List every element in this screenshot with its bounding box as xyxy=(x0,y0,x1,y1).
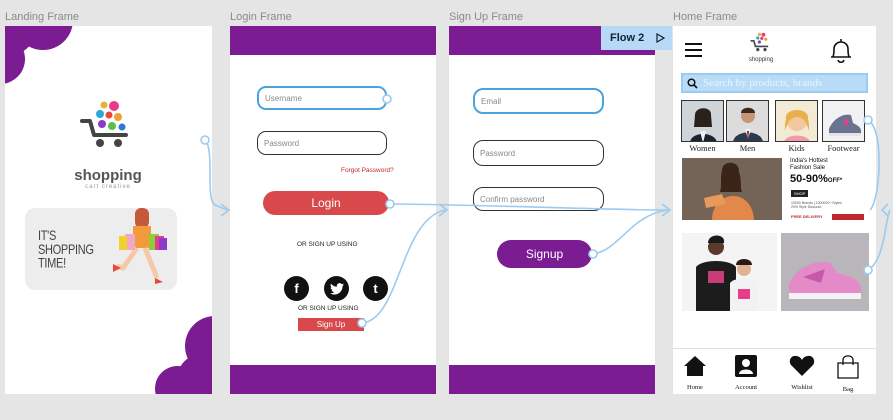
search-icon xyxy=(687,77,698,89)
logo-subtitle: cart creative xyxy=(85,184,131,190)
footer-bar xyxy=(449,365,655,394)
kids-thumbnail xyxy=(775,100,818,142)
password-input[interactable]: Password xyxy=(257,131,387,155)
or-sign-up-text-2: OR SIGN UP USING xyxy=(298,305,359,312)
landing-frame[interactable]: shopping cart creative IT'S SHOPPING TIM… xyxy=(5,26,212,394)
category-label: Women xyxy=(689,143,716,153)
hamburger-menu-icon[interactable] xyxy=(685,42,703,58)
connector-arrowhead xyxy=(661,203,672,217)
twitter-bird-icon xyxy=(329,282,344,295)
men-thumbnail xyxy=(726,100,769,142)
home-header: shopping xyxy=(673,26,876,70)
flow-label: Flow 2 xyxy=(610,32,645,44)
banner-discount: 50-90%OFF* xyxy=(790,173,842,185)
banner-free-delivery: FREE DELIVERY xyxy=(791,214,823,219)
frame-label-home[interactable]: Home Frame xyxy=(673,11,737,23)
promo-card[interactable]: IT'S SHOPPING TIME! xyxy=(25,208,177,290)
home-frame[interactable]: shopping Search by products, brands Wome… xyxy=(673,26,876,394)
home-logo: shopping xyxy=(745,30,777,63)
notification-bell-icon[interactable] xyxy=(829,38,853,64)
footer-bar xyxy=(230,365,436,394)
banner-shop-button[interactable]: SHOP xyxy=(791,190,809,197)
category-label: Men xyxy=(739,143,756,153)
sale-banner[interactable]: India's Hottest Fashion Sale 50-90%OFF* … xyxy=(682,156,866,222)
flow-tag[interactable]: Flow 2 xyxy=(601,26,672,50)
category-women[interactable]: Women xyxy=(681,100,724,153)
signup-frame[interactable]: Email Password Confirm password Signup xyxy=(449,26,655,394)
frame-label-login[interactable]: Login Frame xyxy=(230,11,292,23)
forgot-password-link[interactable]: Forgot Password? xyxy=(341,167,394,174)
connector-arrowhead xyxy=(880,203,889,217)
connector-arrowhead xyxy=(220,203,231,217)
category-kids[interactable]: Kids xyxy=(775,100,818,153)
sign-up-button[interactable]: Sign Up xyxy=(298,318,364,331)
banner-headline: India's Hottest Fashion Sale xyxy=(790,158,828,171)
username-input[interactable]: Username xyxy=(257,86,387,110)
nav-label: Home xyxy=(687,384,703,391)
or-sign-up-text: OR SIGN UP USING xyxy=(297,241,358,248)
home-logo-text: shopping xyxy=(748,57,774,63)
account-icon xyxy=(735,355,757,377)
nav-account[interactable]: Account xyxy=(726,355,766,391)
category-footwear[interactable]: Footwear xyxy=(822,100,865,153)
women-thumbnail xyxy=(681,100,724,142)
nav-label: Bag xyxy=(842,386,854,393)
header-bar xyxy=(230,26,436,55)
category-label: Footwear xyxy=(827,143,860,153)
nav-bag[interactable]: Bag xyxy=(828,355,868,393)
connector-arrowhead xyxy=(438,203,449,217)
login-button[interactable]: Login xyxy=(263,191,389,215)
category-men[interactable]: Men xyxy=(726,100,769,153)
login-frame[interactable]: Username Password Forgot Password? Login… xyxy=(230,26,436,394)
twitter-icon[interactable] xyxy=(324,276,349,301)
shopping-cart-logo-icon xyxy=(750,32,769,52)
tumblr-icon[interactable]: t xyxy=(363,276,388,301)
nav-label: Account xyxy=(734,384,758,391)
home-icon xyxy=(684,356,706,376)
search-input[interactable]: Search by products, brands xyxy=(703,77,822,89)
banner-image xyxy=(682,158,782,220)
product-card-shoe[interactable] xyxy=(781,233,869,311)
discount-off: OFF* xyxy=(827,178,843,184)
discount-value: 50-90% xyxy=(790,173,828,185)
bottom-nav: Home Account Wishlist Bag xyxy=(673,348,876,394)
logo-title: shopping xyxy=(74,167,142,184)
shopping-logo: shopping cart creative xyxy=(63,99,153,190)
frame-label-signup[interactable]: Sign Up Frame xyxy=(449,11,523,23)
footwear-thumbnail xyxy=(822,100,865,142)
password-input[interactable]: Password xyxy=(473,140,604,166)
banner-red-tag xyxy=(832,214,864,220)
nav-wishlist[interactable]: Wishlist xyxy=(782,355,822,391)
product-card-apparel[interactable] xyxy=(682,233,777,311)
play-icon xyxy=(656,33,666,43)
facebook-icon[interactable]: f xyxy=(284,276,309,301)
frame-label-landing[interactable]: Landing Frame xyxy=(5,11,79,23)
bag-icon xyxy=(837,355,859,379)
shopper-illustration xyxy=(113,208,167,284)
heart-icon xyxy=(789,355,815,376)
search-bar[interactable]: Search by products, brands xyxy=(681,73,868,93)
email-input[interactable]: Email xyxy=(473,88,604,114)
nav-home[interactable]: Home xyxy=(675,355,715,391)
confirm-password-input[interactable]: Confirm password xyxy=(473,187,604,211)
shopping-cart-logo-icon xyxy=(80,101,128,147)
promo-text: IT'S SHOPPING TIME! xyxy=(38,228,94,272)
banner-fine-print: 10000 Brands | 1000000+ Styles 20% Style… xyxy=(791,201,842,209)
nav-label: Wishlist xyxy=(791,384,813,391)
signup-button[interactable]: Signup xyxy=(497,240,592,268)
category-label: Kids xyxy=(788,143,805,153)
